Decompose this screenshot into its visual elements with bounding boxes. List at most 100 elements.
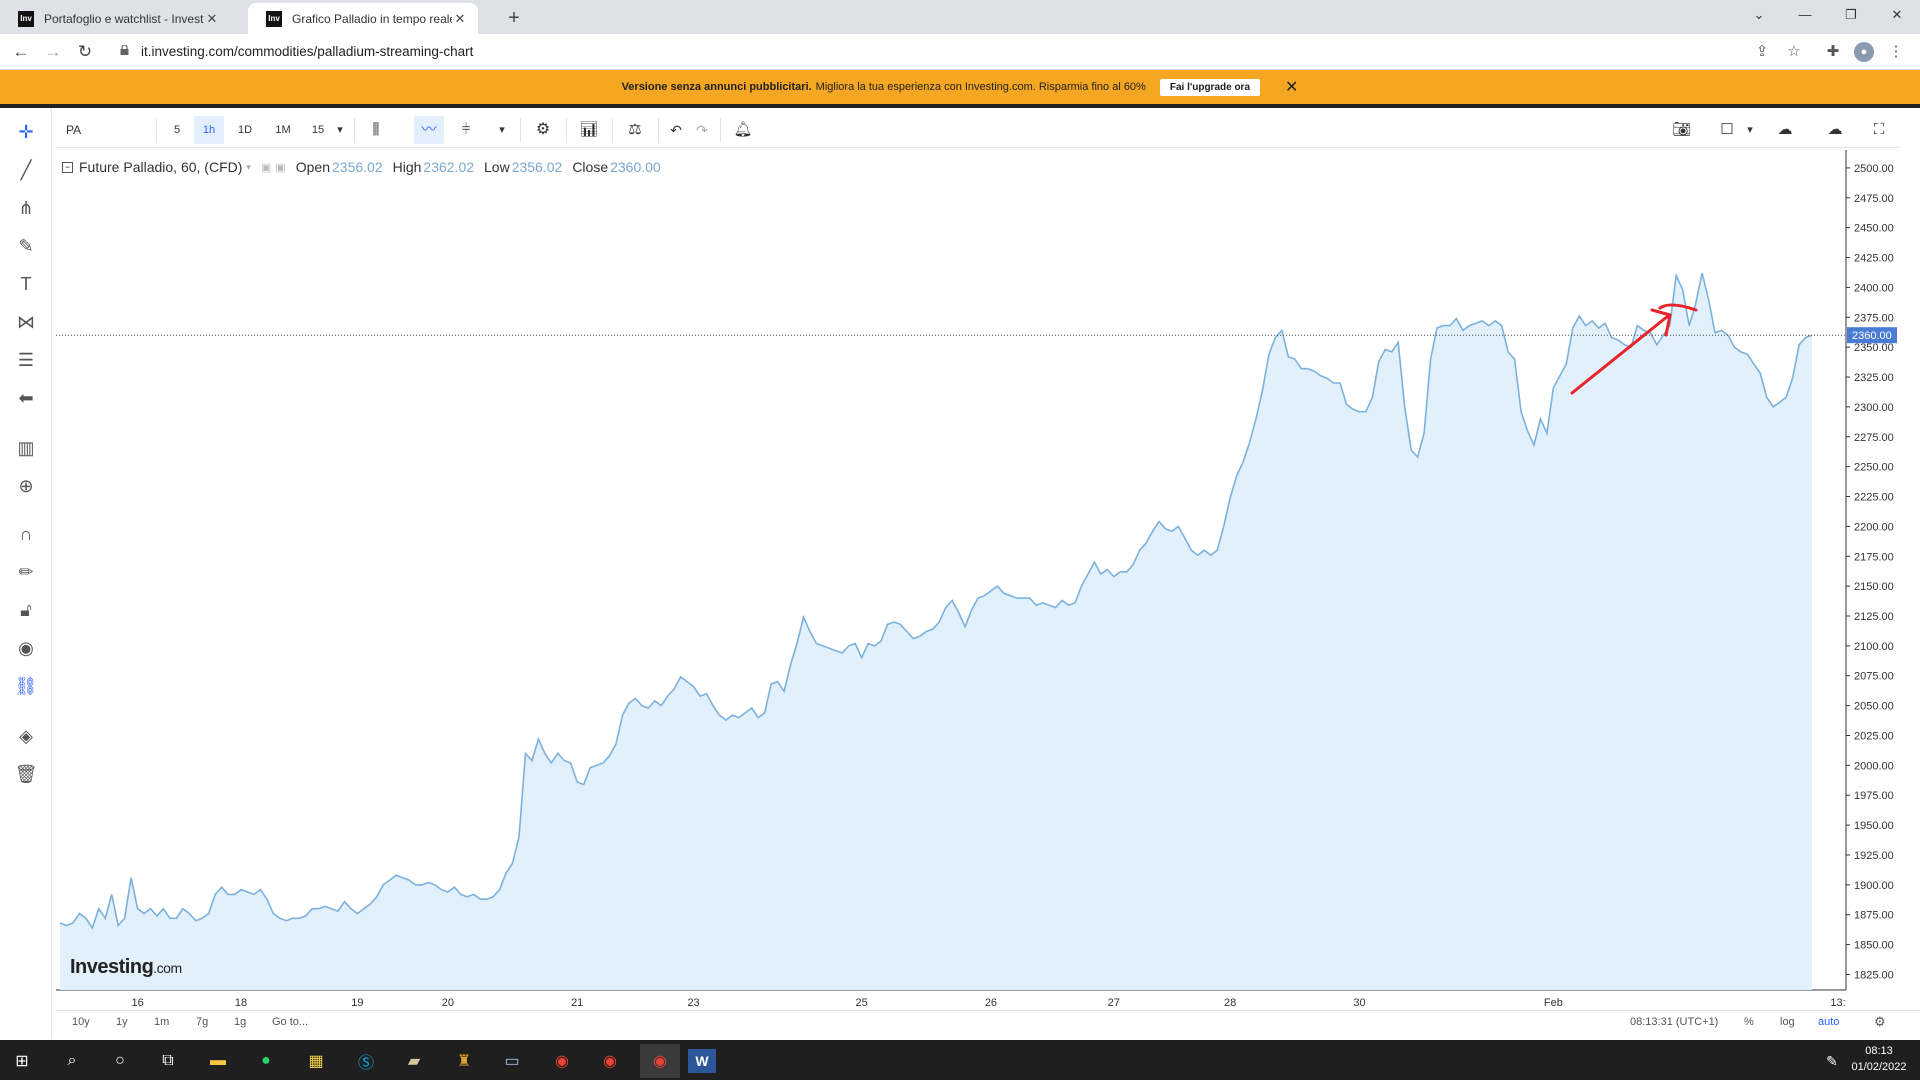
high-label: High (392, 159, 422, 175)
area-chart-icon[interactable]: 〰 (414, 116, 444, 144)
close-tab-icon[interactable]: ✕ (452, 11, 468, 27)
reload-button[interactable]: ↻ (72, 40, 98, 64)
task-view-icon[interactable]: ⧉ (148, 1044, 188, 1078)
legend-settings-icon[interactable]: ▣ (261, 161, 271, 174)
time-tick-label: 23 (687, 997, 699, 1009)
prediction-icon[interactable]: ☰ (12, 346, 40, 374)
interval-1m-button[interactable]: 1M (268, 116, 298, 144)
chrome-icon[interactable]: ◉ (542, 1044, 582, 1078)
eye-icon[interactable]: ◉ (12, 634, 40, 662)
restore-button[interactable]: ❐ (1828, 0, 1874, 30)
link-icon[interactable]: ⛓︎ (12, 672, 40, 700)
skype-icon[interactable]: Ⓢ (346, 1044, 386, 1078)
browser-tab-portfolio[interactable]: Inv Portafoglio e watchlist - Investing … (0, 3, 230, 34)
indicators-icon[interactable]: 📊︎ (574, 116, 604, 144)
banner-headline: Versione senza annunci pubblicitari. (621, 81, 812, 93)
zoom-in-icon[interactable]: ⊕ (12, 472, 40, 500)
measure-icon[interactable]: ▥ (12, 434, 40, 462)
id-card-app-icon[interactable]: ▭ (492, 1044, 532, 1078)
omnibox[interactable]: it.investing.com/commodities/palladium-s… (108, 38, 1808, 66)
cloud-save-icon[interactable]: ☁ (1816, 116, 1854, 144)
browser-tab-palladium[interactable]: Inv Grafico Palladio in tempo reale - ✕ (248, 3, 478, 34)
layout-icon[interactable]: ☐ (1712, 116, 1742, 144)
clock-date: 01/02/2022 (1851, 1061, 1907, 1073)
range-1g-button[interactable]: 1g (234, 1016, 246, 1028)
whatsapp-icon[interactable]: ● (246, 1044, 286, 1078)
goto-date-button[interactable]: Go to... (272, 1016, 308, 1028)
fullscreen-icon[interactable]: ⛶ (1864, 116, 1894, 144)
minimize-button[interactable]: — (1782, 0, 1828, 30)
bookmark-star-icon[interactable]: ☆ (1784, 42, 1804, 62)
share-icon[interactable]: ⇪ (1752, 42, 1772, 62)
utc-time[interactable]: 08:13:31 (UTC+1) (1630, 1016, 1718, 1028)
interval-dropdown-icon[interactable]: ▾ (332, 116, 348, 144)
interval-15-button[interactable]: 15 (306, 116, 330, 144)
close-tab-icon[interactable]: ✕ (204, 11, 220, 27)
new-tab-button[interactable]: + (500, 5, 528, 31)
close-banner-icon[interactable]: ✕ (1285, 77, 1298, 97)
interval-1d-button[interactable]: 1D (230, 116, 260, 144)
symbol-input[interactable] (60, 116, 160, 144)
windows-start-icon[interactable]: ⊞ (2, 1044, 42, 1078)
back-arrow-icon[interactable]: ⬅ (12, 384, 40, 412)
calculator-icon[interactable]: ▦ (296, 1044, 336, 1078)
trend-line-icon[interactable]: ╱ (12, 156, 40, 184)
scale-settings-gear-icon[interactable]: ⚙ (1874, 1014, 1886, 1030)
compare-scale-icon[interactable]: ⚖ (620, 116, 650, 144)
pattern-icon[interactable]: ⋈ (12, 308, 40, 336)
range-1y-button[interactable]: 1y (116, 1016, 128, 1028)
trash-icon[interactable]: 🗑︎ (12, 760, 40, 788)
chrome-profile-icon[interactable]: ◉ (590, 1044, 630, 1078)
range-1m-button[interactable]: 1m (154, 1016, 169, 1028)
lock-drawings-icon[interactable]: 🔓︎ (12, 596, 40, 624)
chrome-active-icon[interactable]: ◉ (640, 1044, 680, 1078)
file-explorer-icon[interactable]: ▬ (198, 1044, 238, 1078)
interval-5-button[interactable]: 5 (162, 116, 192, 144)
collapse-legend-icon[interactable]: − (62, 161, 73, 173)
undo-icon[interactable]: ↶ (664, 116, 688, 144)
camera-snapshot-icon[interactable]: 📷︎ (1664, 116, 1700, 144)
chart-area[interactable]: 2500.00 2475.00 2450.00 2425.00 2400.00 2375.… (56, 150, 1920, 1040)
range-10y-button[interactable]: 10y (72, 1016, 90, 1028)
percent-scale-toggle[interactable]: % (1744, 1016, 1754, 1028)
toolbar-divider (354, 118, 355, 142)
archive-app-icon[interactable]: ▰ (394, 1044, 434, 1078)
pitchfork-icon[interactable]: ⋔ (12, 194, 40, 222)
layout-dropdown-icon[interactable]: ▾ (1742, 116, 1758, 144)
game-app-icon[interactable]: ♜ (444, 1044, 484, 1078)
back-button[interactable]: ← (8, 40, 34, 64)
crosshair-icon[interactable]: ✛ (12, 118, 40, 146)
auto-scale-toggle[interactable]: auto (1818, 1016, 1839, 1028)
price-chart[interactable]: 2500.00 2475.00 2450.00 2425.00 2400.00 2375.… (56, 150, 1920, 1040)
redo-icon[interactable]: ↷ (690, 116, 714, 144)
magnet-icon[interactable]: ∩ (12, 520, 40, 548)
forward-button[interactable]: → (40, 40, 66, 64)
interval-1h-button[interactable]: 1h (194, 116, 224, 144)
legend-dropdown-icon[interactable]: ▾ (246, 162, 251, 173)
text-tool-icon[interactable]: T (12, 270, 40, 298)
ad-free-banner: Versione senza annunci pubblicitari. Mig… (0, 70, 1920, 104)
alert-bell-icon[interactable]: 🔔︎ (728, 116, 758, 144)
layers-icon[interactable]: ◈ (12, 722, 40, 750)
search-icon[interactable]: ⌕ (52, 1044, 92, 1078)
close-window-button[interactable]: ✕ (1874, 0, 1920, 30)
candles-icon[interactable]: ⫼ (362, 116, 390, 144)
menu-kebab-icon[interactable]: ⋮ (1886, 42, 1906, 62)
brush-icon[interactable]: ✎ (12, 232, 40, 260)
bar-type-icon[interactable]: ⫩ (452, 116, 480, 144)
tab-search-icon[interactable]: ⌄ (1736, 0, 1782, 30)
profile-avatar[interactable]: ● (1854, 42, 1874, 62)
range-7g-button[interactable]: 7g (196, 1016, 208, 1028)
url-text: it.investing.com/commodities/palladium-s… (141, 44, 474, 59)
stay-drawing-icon[interactable]: ✏ (12, 558, 40, 586)
upgrade-button[interactable]: Fai l'upgrade ora (1159, 78, 1261, 96)
extensions-puzzle-icon[interactable]: ✚ (1823, 42, 1843, 62)
cloud-load-icon[interactable]: ☁ (1766, 116, 1804, 144)
chart-type-dropdown-icon[interactable]: ▾ (494, 116, 510, 144)
log-scale-toggle[interactable]: log (1780, 1016, 1795, 1028)
taskbar-clock[interactable]: 08:13 01/02/2022 (1844, 1043, 1914, 1075)
word-icon[interactable]: W (688, 1049, 716, 1073)
legend-remove-icon[interactable]: ▣ (275, 161, 285, 174)
cortana-icon[interactable]: ○ (100, 1044, 140, 1078)
settings-gear-icon[interactable]: ⚙ (528, 116, 558, 144)
